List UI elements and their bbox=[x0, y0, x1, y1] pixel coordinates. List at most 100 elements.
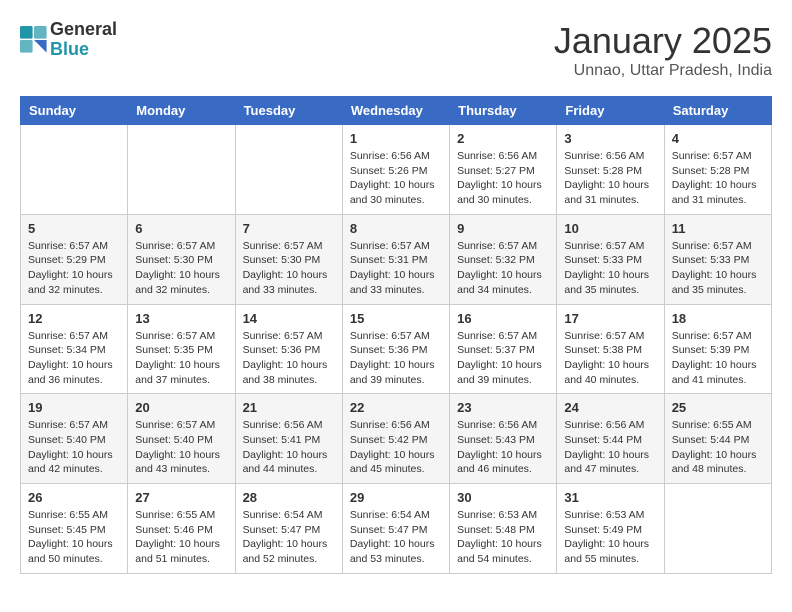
day-info: Sunrise: 6:56 AM Sunset: 5:42 PM Dayligh… bbox=[350, 418, 442, 477]
calendar-cell: 29Sunrise: 6:54 AM Sunset: 5:47 PM Dayli… bbox=[342, 484, 449, 574]
title-block: January 2025 Unnao, Uttar Pradesh, India bbox=[554, 20, 772, 80]
day-number: 19 bbox=[28, 400, 120, 415]
day-info: Sunrise: 6:56 AM Sunset: 5:44 PM Dayligh… bbox=[564, 418, 656, 477]
logo-icon bbox=[20, 26, 48, 54]
day-info: Sunrise: 6:57 AM Sunset: 5:30 PM Dayligh… bbox=[135, 239, 227, 298]
calendar-week-row: 1 Sunrise: 6:56 AM Sunset: 5:26 PM Daylig… bbox=[21, 125, 772, 215]
calendar-cell: 10 Sunrise: 6:57 AM Sunset: 5:33 PM Dayli… bbox=[557, 214, 664, 304]
day-number: 31 bbox=[564, 490, 656, 505]
calendar-week-row: 19 Sunrise: 6:57 AM Sunset: 5:40 PM Dayli… bbox=[21, 394, 772, 484]
calendar-cell: 3 Sunrise: 6:56 AM Sunset: 5:28 PM Daylig… bbox=[557, 125, 664, 215]
day-info: Sunrise: 6:57 AM Sunset: 5:36 PM Dayligh… bbox=[350, 329, 442, 388]
day-number: 30 bbox=[457, 490, 549, 505]
calendar-cell: 25Sunrise: 6:55 AM Sunset: 5:44 PM Dayli… bbox=[664, 394, 771, 484]
logo-line1: General bbox=[50, 20, 117, 40]
logo-text: General Blue bbox=[50, 20, 117, 60]
day-info: Sunrise: 6:57 AM Sunset: 5:30 PM Dayligh… bbox=[243, 239, 335, 298]
day-number: 20 bbox=[135, 400, 227, 415]
calendar-cell: 23Sunrise: 6:56 AM Sunset: 5:43 PM Dayli… bbox=[450, 394, 557, 484]
calendar-cell: 2 Sunrise: 6:56 AM Sunset: 5:27 PM Daylig… bbox=[450, 125, 557, 215]
day-info: Sunrise: 6:57 AM Sunset: 5:40 PM Dayligh… bbox=[28, 418, 120, 477]
calendar-cell: 28 Sunrise: 6:54 AM Sunset: 5:47 PM Dayli… bbox=[235, 484, 342, 574]
calendar-cell: 15 Sunrise: 6:57 AM Sunset: 5:36 PM Dayli… bbox=[342, 304, 449, 394]
day-info: Sunrise: 6:57 AM Sunset: 5:32 PM Dayligh… bbox=[457, 239, 549, 298]
day-number: 24 bbox=[564, 400, 656, 415]
day-number: 10 bbox=[564, 221, 656, 236]
day-info: Sunrise: 6:56 AM Sunset: 5:41 PM Dayligh… bbox=[243, 418, 335, 477]
month-title: January 2025 bbox=[554, 20, 772, 62]
day-info: Sunrise: 6:55 AM Sunset: 5:46 PM Dayligh… bbox=[135, 508, 227, 567]
weekday-header: Wednesday bbox=[342, 97, 449, 125]
day-info: Sunrise: 6:57 AM Sunset: 5:33 PM Dayligh… bbox=[564, 239, 656, 298]
weekday-header: Friday bbox=[557, 97, 664, 125]
day-info: Sunrise: 6:53 AM Sunset: 5:48 PM Dayligh… bbox=[457, 508, 549, 567]
day-info: Sunrise: 6:56 AM Sunset: 5:27 PM Dayligh… bbox=[457, 149, 549, 208]
day-number: 11 bbox=[672, 221, 764, 236]
day-info: Sunrise: 6:54 AM Sunset: 5:47 PM Dayligh… bbox=[243, 508, 335, 567]
day-number: 29 bbox=[350, 490, 442, 505]
page-header: General Blue January 2025 Unnao, Uttar P… bbox=[20, 20, 772, 80]
calendar-cell: 6 Sunrise: 6:57 AM Sunset: 5:30 PM Daylig… bbox=[128, 214, 235, 304]
day-number: 15 bbox=[350, 311, 442, 326]
day-info: Sunrise: 6:57 AM Sunset: 5:33 PM Dayligh… bbox=[672, 239, 764, 298]
day-info: Sunrise: 6:56 AM Sunset: 5:26 PM Dayligh… bbox=[350, 149, 442, 208]
calendar-cell: 13Sunrise: 6:57 AM Sunset: 5:35 PM Dayli… bbox=[128, 304, 235, 394]
day-number: 9 bbox=[457, 221, 549, 236]
day-info: Sunrise: 6:57 AM Sunset: 5:39 PM Dayligh… bbox=[672, 329, 764, 388]
calendar-week-row: 26 Sunrise: 6:55 AM Sunset: 5:45 PM Dayli… bbox=[21, 484, 772, 574]
calendar-cell: 19 Sunrise: 6:57 AM Sunset: 5:40 PM Dayli… bbox=[21, 394, 128, 484]
day-number: 14 bbox=[243, 311, 335, 326]
calendar-week-row: 5 Sunrise: 6:57 AM Sunset: 5:29 PM Daylig… bbox=[21, 214, 772, 304]
day-number: 3 bbox=[564, 131, 656, 146]
calendar-cell bbox=[128, 125, 235, 215]
day-number: 2 bbox=[457, 131, 549, 146]
day-info: Sunrise: 6:53 AM Sunset: 5:49 PM Dayligh… bbox=[564, 508, 656, 567]
calendar-cell: 9 Sunrise: 6:57 AM Sunset: 5:32 PM Daylig… bbox=[450, 214, 557, 304]
calendar-cell: 20 Sunrise: 6:57 AM Sunset: 5:40 PM Dayli… bbox=[128, 394, 235, 484]
day-number: 22 bbox=[350, 400, 442, 415]
calendar-cell: 16 Sunrise: 6:57 AM Sunset: 5:37 PM Dayli… bbox=[450, 304, 557, 394]
day-info: Sunrise: 6:57 AM Sunset: 5:28 PM Dayligh… bbox=[672, 149, 764, 208]
weekday-header: Saturday bbox=[664, 97, 771, 125]
calendar-cell: 1 Sunrise: 6:56 AM Sunset: 5:26 PM Daylig… bbox=[342, 125, 449, 215]
calendar-table: SundayMondayTuesdayWednesdayThursdayFrid… bbox=[20, 96, 772, 574]
calendar-cell: 30 Sunrise: 6:53 AM Sunset: 5:48 PM Dayli… bbox=[450, 484, 557, 574]
day-info: Sunrise: 6:57 AM Sunset: 5:29 PM Dayligh… bbox=[28, 239, 120, 298]
calendar-cell: 26 Sunrise: 6:55 AM Sunset: 5:45 PM Dayli… bbox=[21, 484, 128, 574]
day-info: Sunrise: 6:57 AM Sunset: 5:31 PM Dayligh… bbox=[350, 239, 442, 298]
day-number: 6 bbox=[135, 221, 227, 236]
day-number: 25 bbox=[672, 400, 764, 415]
day-number: 18 bbox=[672, 311, 764, 326]
day-info: Sunrise: 6:57 AM Sunset: 5:37 PM Dayligh… bbox=[457, 329, 549, 388]
calendar-cell: 12Sunrise: 6:57 AM Sunset: 5:34 PM Dayli… bbox=[21, 304, 128, 394]
weekday-header-row: SundayMondayTuesdayWednesdayThursdayFrid… bbox=[21, 97, 772, 125]
day-number: 21 bbox=[243, 400, 335, 415]
calendar-cell bbox=[235, 125, 342, 215]
calendar-cell: 22 Sunrise: 6:56 AM Sunset: 5:42 PM Dayli… bbox=[342, 394, 449, 484]
day-number: 16 bbox=[457, 311, 549, 326]
calendar-cell: 31 Sunrise: 6:53 AM Sunset: 5:49 PM Dayli… bbox=[557, 484, 664, 574]
day-info: Sunrise: 6:56 AM Sunset: 5:28 PM Dayligh… bbox=[564, 149, 656, 208]
calendar-cell bbox=[21, 125, 128, 215]
day-info: Sunrise: 6:57 AM Sunset: 5:36 PM Dayligh… bbox=[243, 329, 335, 388]
day-number: 5 bbox=[28, 221, 120, 236]
day-number: 8 bbox=[350, 221, 442, 236]
calendar-cell: 17Sunrise: 6:57 AM Sunset: 5:38 PM Dayli… bbox=[557, 304, 664, 394]
calendar-week-row: 12Sunrise: 6:57 AM Sunset: 5:34 PM Dayli… bbox=[21, 304, 772, 394]
day-number: 28 bbox=[243, 490, 335, 505]
day-number: 26 bbox=[28, 490, 120, 505]
day-number: 7 bbox=[243, 221, 335, 236]
calendar-cell bbox=[664, 484, 771, 574]
calendar-cell: 21 Sunrise: 6:56 AM Sunset: 5:41 PM Dayli… bbox=[235, 394, 342, 484]
day-number: 23 bbox=[457, 400, 549, 415]
calendar-cell: 27Sunrise: 6:55 AM Sunset: 5:46 PM Dayli… bbox=[128, 484, 235, 574]
day-info: Sunrise: 6:55 AM Sunset: 5:45 PM Dayligh… bbox=[28, 508, 120, 567]
day-number: 4 bbox=[672, 131, 764, 146]
calendar-cell: 4 Sunrise: 6:57 AM Sunset: 5:28 PM Daylig… bbox=[664, 125, 771, 215]
day-number: 1 bbox=[350, 131, 442, 146]
calendar-cell: 8 Sunrise: 6:57 AM Sunset: 5:31 PM Daylig… bbox=[342, 214, 449, 304]
day-info: Sunrise: 6:57 AM Sunset: 5:40 PM Dayligh… bbox=[135, 418, 227, 477]
calendar-cell: 14 Sunrise: 6:57 AM Sunset: 5:36 PM Dayli… bbox=[235, 304, 342, 394]
weekday-header: Tuesday bbox=[235, 97, 342, 125]
day-info: Sunrise: 6:57 AM Sunset: 5:35 PM Dayligh… bbox=[135, 329, 227, 388]
